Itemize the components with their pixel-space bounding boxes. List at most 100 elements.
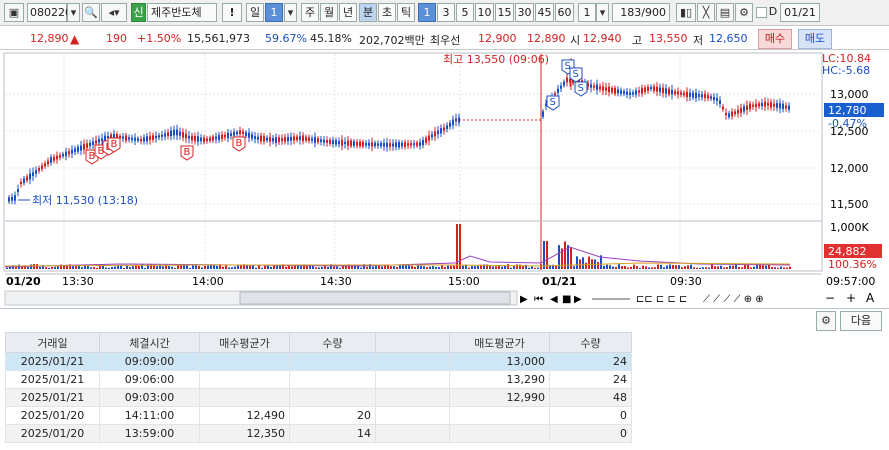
period-minute-button[interactable]: 분: [359, 3, 377, 22]
buy-button[interactable]: 매수: [758, 29, 792, 49]
turnover-ratio: 45.18%: [310, 32, 352, 45]
time-axis-0930: 09:30: [670, 275, 702, 288]
volume-pct: 100.36%: [828, 258, 877, 271]
cell-blank: [375, 352, 450, 371]
alert-button[interactable]: !: [222, 3, 242, 22]
svg-text:B: B: [111, 139, 118, 150]
open-label: 시: [570, 34, 581, 47]
svg-text:S: S: [573, 69, 579, 80]
cell-sell-avg: 12,990: [449, 388, 550, 407]
best-ask: 12,900: [478, 32, 517, 45]
svg-text:B: B: [236, 138, 243, 149]
svg-text:S: S: [578, 83, 584, 94]
code-dropdown-icon[interactable]: ▾: [67, 3, 80, 22]
scrollbar-thumb[interactable]: [239, 291, 511, 305]
play-icon[interactable]: ▶: [574, 294, 582, 305]
cell-buy-avg: 12,490: [199, 406, 290, 425]
table-row[interactable]: 2025/01/21 09:06:00 13,290 24: [5, 370, 632, 389]
save-icon[interactable]: ▤: [716, 3, 734, 22]
indicator-icon[interactable]: ╳: [697, 3, 715, 22]
period-tick-button[interactable]: 틱: [397, 3, 415, 22]
cell-exec-time: 13:59:00: [99, 424, 200, 443]
price-axis-13000: 13,000: [830, 88, 869, 101]
svg-text:B: B: [89, 151, 96, 162]
col-buy-qty: 수량: [289, 332, 376, 353]
cell-buy-qty: [289, 370, 376, 389]
cell-blank: [375, 370, 450, 389]
period-year-button[interactable]: 년: [339, 3, 357, 22]
time-axis-date2: 01/21: [542, 275, 577, 288]
next-button[interactable]: 다음: [840, 311, 882, 331]
trade-volume: 15,561,973: [187, 32, 250, 45]
table-row[interactable]: 2025/01/21 09:03:00 12,990 48: [5, 388, 632, 407]
chart-toolbar: ▣ 080220 ▾ 🔍 ◂▾ 신 제주반도체 ! 일 1 ▾ 주 월 년 분 …: [0, 0, 889, 26]
execution-grid: ⚙ 다음 거래일 체결시간 매수평균가 수량 매도평균가 수량 2025/01/…: [0, 308, 889, 450]
stock-code-input[interactable]: 080220: [27, 3, 72, 22]
interval-15[interactable]: 15: [495, 3, 514, 22]
line-tools-icon[interactable]: ⟋ ⟋ ⟋ ⟋ ⊕ ⊕: [703, 294, 764, 305]
high-annotation: 최고 13,550 (09:06): [443, 53, 549, 66]
col-trade-date: 거래일: [5, 332, 100, 353]
period-month-button[interactable]: 월: [320, 3, 338, 22]
cell-buy-avg: [199, 388, 290, 407]
time-axis-1500: 15:00: [448, 275, 480, 288]
table-row[interactable]: 2025/01/21 09:09:00 13,000 24: [5, 352, 632, 371]
speaker-icon[interactable]: ◂▾: [101, 3, 127, 22]
grid-settings-gear-icon[interactable]: ⚙: [816, 311, 836, 331]
cell-trade-date: 2025/01/21: [5, 388, 100, 407]
low-price: 12,650: [709, 32, 748, 45]
cell-buy-qty: 14: [289, 424, 376, 443]
interval-45[interactable]: 45: [535, 3, 554, 22]
col-sell-qty: 수량: [549, 332, 632, 353]
data-count-input[interactable]: 183/900: [612, 3, 670, 22]
time-axis-1400: 14:00: [192, 275, 224, 288]
cell-sell-qty: 24: [549, 352, 632, 371]
price-axis-11500: 11,500: [830, 198, 869, 211]
interval-60[interactable]: 60: [555, 3, 574, 22]
sell-button[interactable]: 매도: [798, 29, 832, 49]
table-row[interactable]: 2025/01/20 14:11:00 12,490 20 0: [5, 406, 632, 425]
stock-name[interactable]: 제주반도체: [147, 3, 217, 22]
cell-sell-avg: 13,000: [449, 352, 550, 371]
date-input[interactable]: 01/21: [780, 3, 820, 22]
open-price: 12,940: [583, 32, 622, 45]
interval-1[interactable]: 1: [418, 3, 436, 22]
date-checkbox[interactable]: [756, 7, 767, 18]
cell-sell-avg: 13,290: [449, 370, 550, 389]
gear-icon[interactable]: ⚙: [735, 3, 753, 22]
interval-30[interactable]: 30: [515, 3, 534, 22]
cell-buy-avg: [199, 352, 290, 371]
cell-sell-avg: [449, 424, 550, 443]
candle-type-icon[interactable]: ▮▯: [676, 3, 696, 22]
play-back-icon[interactable]: ◀: [550, 294, 558, 305]
stop-icon[interactable]: ■: [562, 294, 571, 305]
cell-buy-qty: 20: [289, 406, 376, 425]
cell-buy-avg: [199, 370, 290, 389]
period-week-button[interactable]: 주: [301, 3, 319, 22]
period-dropdown-icon[interactable]: ▾: [284, 3, 297, 22]
period-day-button[interactable]: 일: [246, 3, 264, 22]
window-icon[interactable]: ▣: [4, 3, 24, 22]
interval-10[interactable]: 10: [475, 3, 494, 22]
scroll-right-icon[interactable]: ▶: [520, 294, 528, 305]
zoom-out-icon[interactable]: −: [825, 291, 835, 305]
volume-axis-label: 1,000K: [830, 221, 869, 234]
quote-bar: 12,890 ▲ 190 +1.50% 15,561,973 59.67% 45…: [0, 28, 889, 50]
trade-amount: 202,702백만: [359, 34, 425, 47]
zoom-reset-icon[interactable]: A: [866, 291, 875, 305]
interval-input[interactable]: 1: [578, 3, 596, 22]
interval-dropdown-icon[interactable]: ▾: [596, 3, 609, 22]
search-icon[interactable]: 🔍: [82, 3, 100, 22]
cell-exec-time: 09:03:00: [99, 388, 200, 407]
price-chart[interactable]: 13,000 12,500 12,000 11,500 LC:10.84 HC:…: [0, 50, 889, 308]
time-axis-1330: 13:30: [62, 275, 94, 288]
rewind-icon[interactable]: ⏮: [534, 294, 543, 305]
table-row[interactable]: 2025/01/20 13:59:00 12,350 14 0: [5, 424, 632, 443]
interval-3[interactable]: 3: [437, 3, 455, 22]
zoom-in-icon[interactable]: +: [846, 291, 856, 305]
col-sell-avg: 매도평균가: [449, 332, 550, 353]
interval-5[interactable]: 5: [456, 3, 474, 22]
draw-tools-icon[interactable]: ⊏⊏ ⊏ ⊏ ⊏: [636, 294, 687, 305]
period-second-button[interactable]: 초: [378, 3, 396, 22]
period-day-num[interactable]: 1: [265, 3, 283, 22]
